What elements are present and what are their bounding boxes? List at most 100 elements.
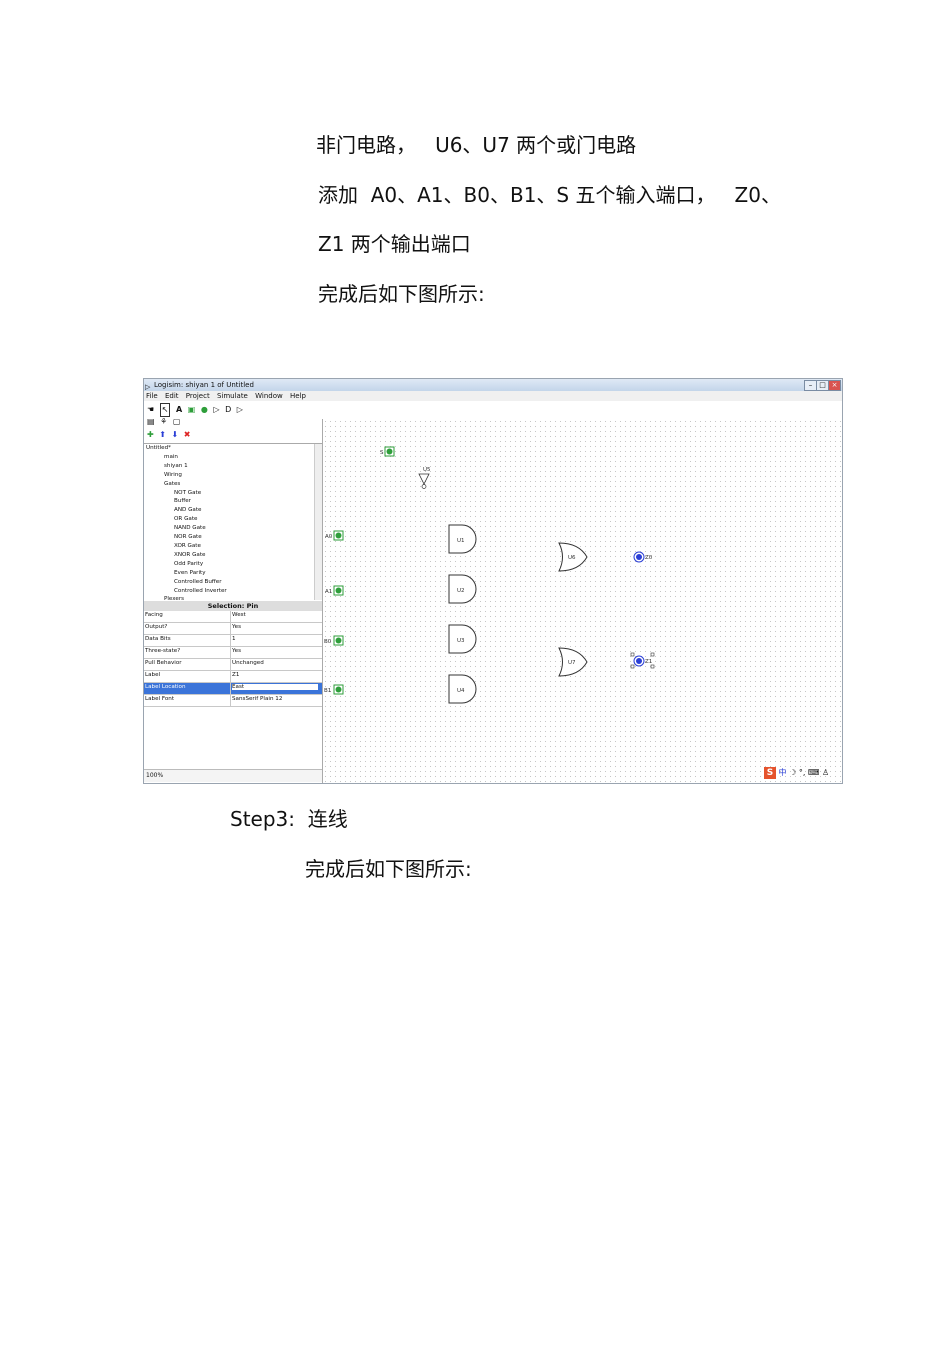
input-pin-s-state: [386, 448, 393, 455]
attribute-value[interactable]: Unchanged: [232, 660, 264, 666]
attribute-row[interactable]: Three-state? Yes: [144, 647, 322, 659]
tree-item[interactable]: Gates: [144, 480, 322, 489]
close-button[interactable]: ×: [828, 380, 841, 391]
tree-item[interactable]: shiyan 1: [144, 462, 322, 471]
menu-simulate[interactable]: Simulate: [217, 392, 248, 400]
tree-item[interactable]: Buffer: [144, 497, 322, 506]
tree-item[interactable]: Wiring: [144, 471, 322, 480]
doc-line-1: 非门电路， U6、U7 两个或门电路: [316, 133, 637, 157]
output-pin-icon[interactable]: ●: [201, 404, 208, 416]
ime-mode[interactable]: 中: [779, 768, 787, 777]
tree-item[interactable]: Controlled Buffer: [144, 578, 322, 587]
tree-item[interactable]: XOR Gate: [144, 542, 322, 551]
tree-item[interactable]: Odd Parity: [144, 560, 322, 569]
input-pin-b0-state: [335, 637, 342, 644]
attribute-row[interactable]: Label Font SansSerif Plain 12: [144, 695, 322, 707]
output-pin-z1-state: [636, 658, 642, 664]
move-up-icon[interactable]: ⬆: [159, 429, 166, 441]
not-gate-u5-bubble: [421, 484, 427, 489]
label-u7: U7: [568, 660, 576, 666]
layout-icon[interactable]: ▢: [173, 416, 181, 428]
logisim-screenshot: ▷ Logisim: shiyan 1 of Untitled – □ × Fi…: [143, 378, 843, 784]
attribute-value[interactable]: SansSerif Plain 12: [232, 696, 282, 702]
ime-toolbar: S 中 ☽ °, ⌨ ♙: [764, 767, 842, 781]
menu-edit[interactable]: Edit: [165, 392, 179, 400]
label-a0: A0: [325, 534, 333, 540]
tree-item[interactable]: AND Gate: [144, 506, 322, 515]
attribute-row[interactable]: Facing West: [144, 611, 322, 623]
tree-scrollbar[interactable]: [314, 444, 322, 600]
tree-item[interactable]: main: [144, 453, 322, 462]
tree-item[interactable]: Controlled Inverter: [144, 587, 322, 596]
attribute-key: Label: [145, 672, 161, 678]
tree-item[interactable]: OR Gate: [144, 515, 322, 524]
zoom-level[interactable]: 100%: [146, 772, 163, 779]
menu-project[interactable]: Project: [186, 392, 210, 400]
text-tool-icon[interactable]: A: [176, 404, 182, 416]
tree-item[interactable]: NOR Gate: [144, 533, 322, 542]
tree-item[interactable]: NAND Gate: [144, 524, 322, 533]
attribute-value[interactable]: 1: [232, 636, 236, 642]
punctuation-icon[interactable]: °,: [799, 768, 806, 777]
attribute-key: Data Bits: [145, 636, 171, 642]
attribute-row[interactable]: Pull Behavior Unchanged: [144, 659, 322, 671]
label-z0: Z0: [645, 555, 653, 561]
label-u1: U1: [457, 538, 465, 544]
label-u6: U6: [568, 555, 576, 561]
input-pin-a0-state: [335, 532, 342, 539]
menu-file[interactable]: File: [146, 392, 158, 400]
attribute-key: Pull Behavior: [145, 660, 182, 666]
or-gate-icon[interactable]: ▷: [237, 404, 243, 416]
menu-help[interactable]: Help: [290, 392, 306, 400]
tree-item[interactable]: Even Parity: [144, 569, 322, 578]
doc-line-3: Z1 两个输出端口: [318, 232, 471, 256]
input-pin-b1-state: [335, 686, 342, 693]
output-pin-z0-state: [636, 554, 642, 560]
zoom-bar: 100%: [144, 769, 322, 782]
attribute-table: Facing West Output? Yes Data Bits 1 Three-s…: [144, 611, 322, 707]
add-circuit-icon[interactable]: ✚: [147, 429, 154, 441]
moon-icon[interactable]: ☽: [789, 768, 796, 777]
circuit-canvas[interactable]: S U5 A0 A1 B0 B1 U1 U2 U3 U4 U6 U7 Z0 Z1: [322, 419, 842, 783]
attribute-key: Three-state?: [145, 648, 181, 654]
user-icon[interactable]: ♙: [822, 768, 829, 777]
attribute-row[interactable]: Data Bits 1: [144, 635, 322, 647]
attribute-row[interactable]: Label Z1: [144, 671, 322, 683]
attribute-value[interactable]: Yes: [232, 624, 241, 630]
and-gate-icon[interactable]: D: [225, 404, 231, 416]
tree-item[interactable]: NOT Gate: [144, 489, 322, 498]
poke-tool-icon[interactable]: ☚: [147, 404, 154, 416]
explorer-tree: Untitled* main shiyan 1 Wiring Gates NOT…: [144, 443, 322, 602]
select-tool-icon[interactable]: ↖: [159, 403, 171, 417]
attribute-value[interactable]: Z1: [232, 672, 239, 678]
attribute-row-selected[interactable]: Label Location East: [144, 683, 322, 695]
input-pin-icon[interactable]: ▣: [188, 404, 196, 416]
selection-title: Selection: Pin: [144, 601, 322, 611]
attribute-key: Facing: [145, 612, 163, 618]
simulation-icon[interactable]: ⚘: [160, 416, 167, 428]
tree-item[interactable]: XNOR Gate: [144, 551, 322, 560]
attribute-row[interactable]: Output? Yes: [144, 623, 322, 635]
move-down-icon[interactable]: ⬇: [172, 429, 179, 441]
attribute-key: Label Location: [145, 684, 186, 690]
label-a1: A1: [325, 589, 332, 595]
window-title: Logisim: shiyan 1 of Untitled: [154, 381, 254, 389]
attribute-key: Label Font: [145, 696, 175, 702]
attribute-value[interactable]: West: [232, 612, 246, 618]
not-gate-u5[interactable]: [418, 473, 430, 485]
attribute-value-dropdown[interactable]: East: [232, 684, 318, 690]
circuit-svg: S U5 A0 A1 B0 B1 U1 U2 U3 U4 U6 U7 Z0 Z1: [324, 446, 655, 704]
toolbar-project: ✚ ⬆ ⬇ ✖: [144, 429, 322, 441]
tree-item[interactable]: Untitled*: [144, 444, 322, 453]
toolbar-tools: ☚ ↖ A ▣ ● ▷ D ▷: [144, 403, 322, 417]
menubar: File Edit Project Simulate Window Help: [144, 391, 842, 401]
sogou-logo-icon[interactable]: S: [764, 767, 776, 779]
label-s: S: [380, 450, 384, 456]
keyboard-icon[interactable]: ⌨: [808, 768, 820, 777]
menu-window[interactable]: Window: [255, 392, 283, 400]
window-titlebar: ▷ Logisim: shiyan 1 of Untitled – □ ×: [144, 379, 842, 391]
explorer-toggle-icon[interactable]: ▤: [147, 416, 155, 428]
not-gate-icon[interactable]: ▷: [213, 404, 219, 416]
attribute-value[interactable]: Yes: [232, 648, 241, 654]
remove-circuit-icon[interactable]: ✖: [184, 429, 191, 441]
